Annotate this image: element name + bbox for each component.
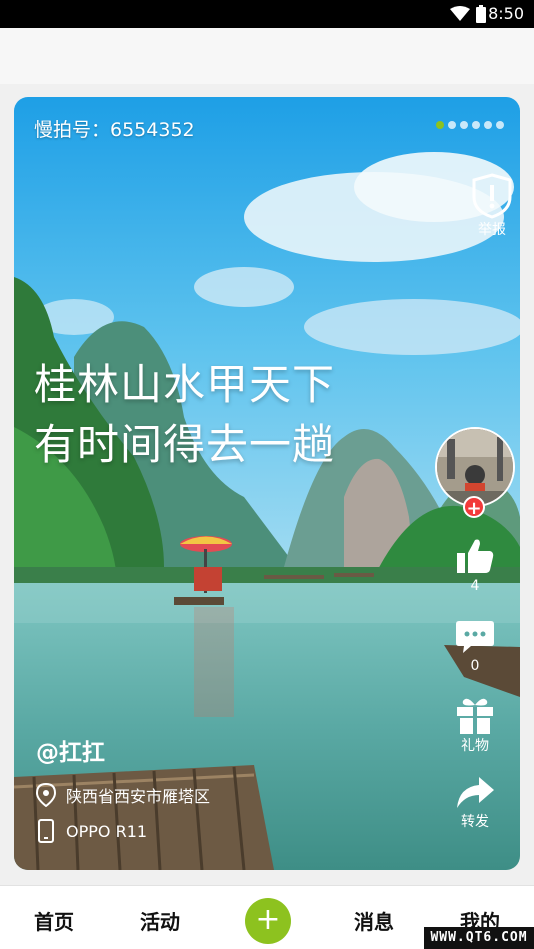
add-post-button[interactable]: + (245, 898, 291, 944)
post-id: 慢拍号：6554352 (34, 119, 195, 141)
phone-icon (38, 819, 54, 843)
location-row: 陕西省西安市雁塔区 (36, 783, 210, 807)
report-label: 举报 (478, 222, 506, 238)
site-watermark: WWW.QT6.COM (424, 927, 534, 949)
caption-line-2: 有时间得去一趟 (34, 420, 336, 469)
like-button[interactable]: 4 (449, 537, 501, 595)
top-bar (0, 28, 534, 84)
post-caption: 桂林山水甲天下 有时间得去一趟 (34, 355, 335, 475)
share-button[interactable]: 转发 (449, 775, 501, 831)
thumbs-up-icon (457, 539, 494, 573)
status-bar: 8:50 (0, 0, 534, 28)
wifi-icon (450, 6, 470, 21)
pager-dot[interactable] (460, 121, 468, 129)
pager-dot[interactable] (472, 121, 480, 129)
device-text: OPPO R11 (66, 821, 148, 841)
comment-count: 0 (470, 658, 480, 674)
tab-messages[interactable]: 消息 (354, 906, 394, 935)
gift-label: 礼物 (461, 738, 489, 754)
post-card[interactable]: 慢拍号：6554352 举报 桂林山水甲天下 有时间得去一趟 + 4 0 礼物 … (14, 97, 520, 870)
report-button[interactable]: 举报 (470, 173, 514, 239)
like-count: 4 (470, 578, 480, 594)
author-name[interactable]: @扛扛 (36, 733, 105, 767)
gift-button[interactable]: 礼物 (449, 695, 501, 755)
caption-line-1: 桂林山水甲天下 (34, 360, 336, 409)
device-row: OPPO R11 (36, 819, 147, 843)
comment-button[interactable]: 0 (449, 619, 501, 675)
share-arrow-icon (457, 777, 494, 808)
pager-dot[interactable] (436, 121, 444, 129)
avatar[interactable] (435, 427, 515, 507)
battery-icon (476, 5, 486, 23)
comment-icon (456, 621, 494, 653)
location-text: 陕西省西安市雁塔区 (66, 787, 211, 806)
status-time: 8:50 (488, 4, 524, 23)
pager-dot[interactable] (496, 121, 504, 129)
pager-dot[interactable] (448, 121, 456, 129)
pager-dot[interactable] (484, 121, 492, 129)
gift-icon (457, 698, 493, 734)
tab-activity[interactable]: 活动 (140, 906, 180, 935)
tab-home[interactable]: 首页 (34, 906, 74, 935)
image-pager[interactable] (436, 121, 504, 129)
share-label: 转发 (461, 814, 489, 830)
location-pin-icon (36, 783, 56, 807)
shield-icon (472, 173, 512, 219)
follow-button[interactable]: + (463, 496, 485, 519)
